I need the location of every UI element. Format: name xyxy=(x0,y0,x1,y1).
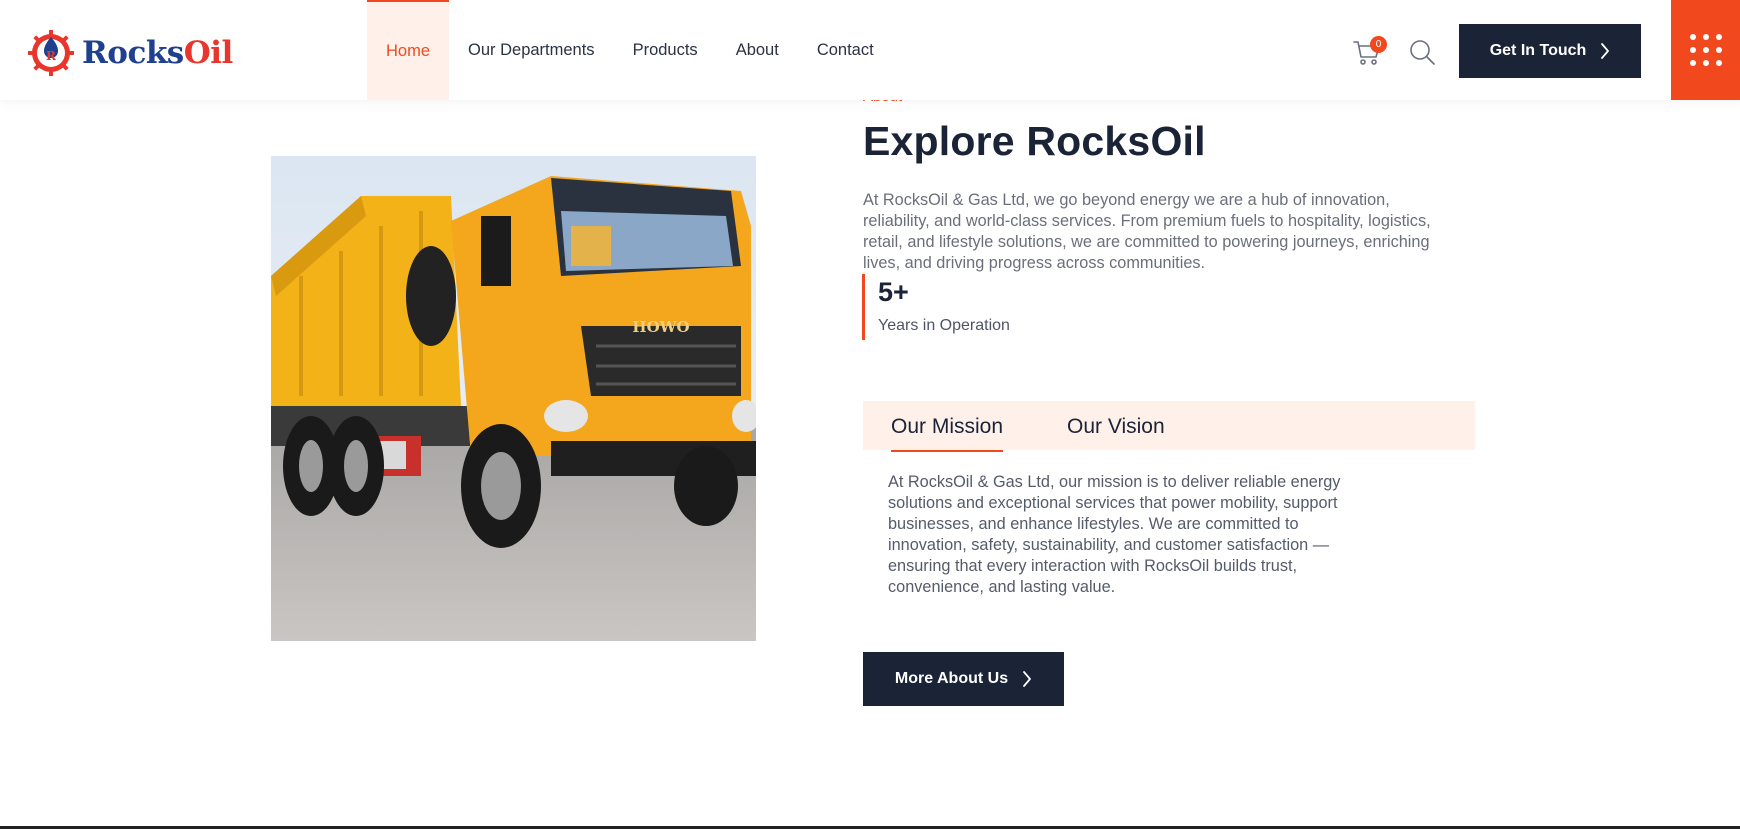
chevron-right-icon xyxy=(1023,671,1031,687)
svg-text:HOWO: HOWO xyxy=(632,318,689,336)
get-in-touch-button[interactable]: Get In Touch xyxy=(1459,24,1641,78)
more-about-us-label: More About Us xyxy=(894,670,1009,687)
main-nav: Home Our Departments Products About Cont… xyxy=(367,0,893,100)
nav-item-departments[interactable]: Our Departments xyxy=(449,0,614,100)
site-header: R RocksOil Home Our Departments Products… xyxy=(0,0,1740,100)
nav-item-contact[interactable]: Contact xyxy=(798,0,893,100)
grid-menu-icon[interactable] xyxy=(1671,0,1740,100)
tab-our-mission[interactable]: Our Mission xyxy=(891,415,1004,452)
stat-label: Years in Operation xyxy=(878,317,1010,334)
cart-count-badge: 0 xyxy=(1370,36,1387,53)
brand-logo[interactable]: R RocksOil xyxy=(26,28,233,78)
tab-our-vision[interactable]: Our Vision xyxy=(1067,415,1165,450)
mission-text: At RocksOil & Gas Ltd, our mission is to… xyxy=(888,473,1341,596)
brand-name-part1: Rocks xyxy=(82,35,184,71)
more-about-us-button[interactable]: More About Us xyxy=(863,652,1064,706)
nav-item-products[interactable]: Products xyxy=(614,0,717,100)
mission-vision-tabs: Our Mission Our Vision xyxy=(863,401,1475,452)
section-title: Explore RocksOil xyxy=(863,118,1206,164)
get-in-touch-label: Get In Touch xyxy=(1489,42,1587,59)
rocksoil-logo-icon: R xyxy=(28,30,74,76)
brand-name: RocksOil xyxy=(82,35,233,71)
stat-value: 5+ xyxy=(878,277,909,307)
brand-name-part2: Oil xyxy=(183,35,234,71)
svg-text:R: R xyxy=(46,49,57,63)
nav-item-about[interactable]: About xyxy=(717,0,798,100)
truck-image: HOWO xyxy=(271,156,756,641)
chevron-right-icon xyxy=(1601,43,1610,59)
search-icon[interactable] xyxy=(1408,38,1436,66)
years-stat: 5+ Years in Operation xyxy=(862,274,1010,340)
intro-paragraph: At RocksOil & Gas Ltd, we go beyond ener… xyxy=(863,191,1431,272)
nav-item-home[interactable]: Home xyxy=(367,0,450,100)
